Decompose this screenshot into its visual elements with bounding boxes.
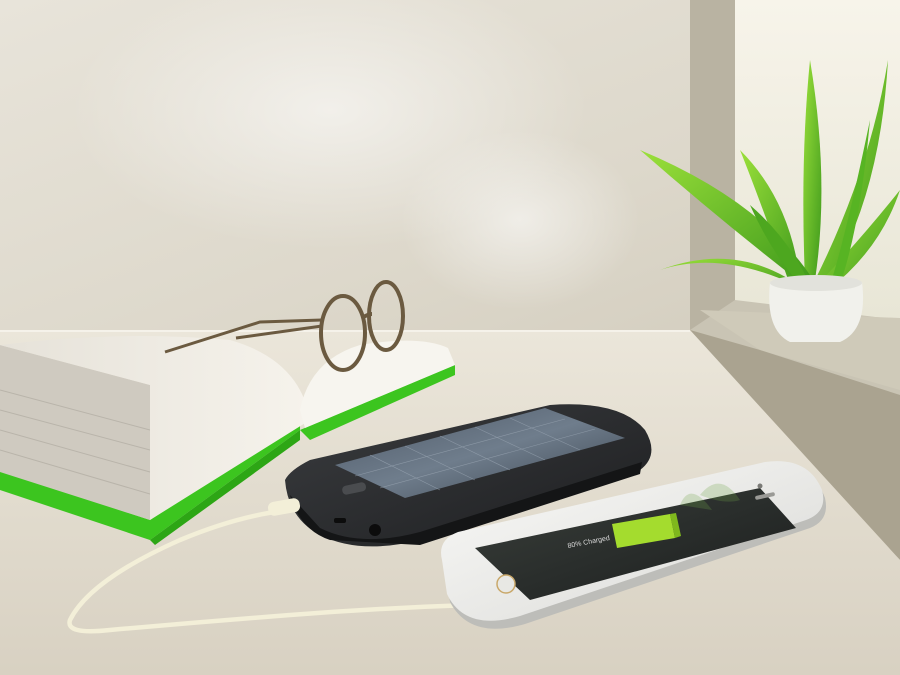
plant-pot bbox=[769, 282, 864, 342]
front-camera bbox=[757, 483, 763, 489]
flashlight bbox=[369, 524, 381, 536]
scene-illustration: 80% Charged bbox=[0, 0, 900, 675]
product-scene: 80% Charged bbox=[0, 0, 900, 675]
usb-port bbox=[334, 518, 346, 523]
home-button bbox=[496, 574, 516, 594]
